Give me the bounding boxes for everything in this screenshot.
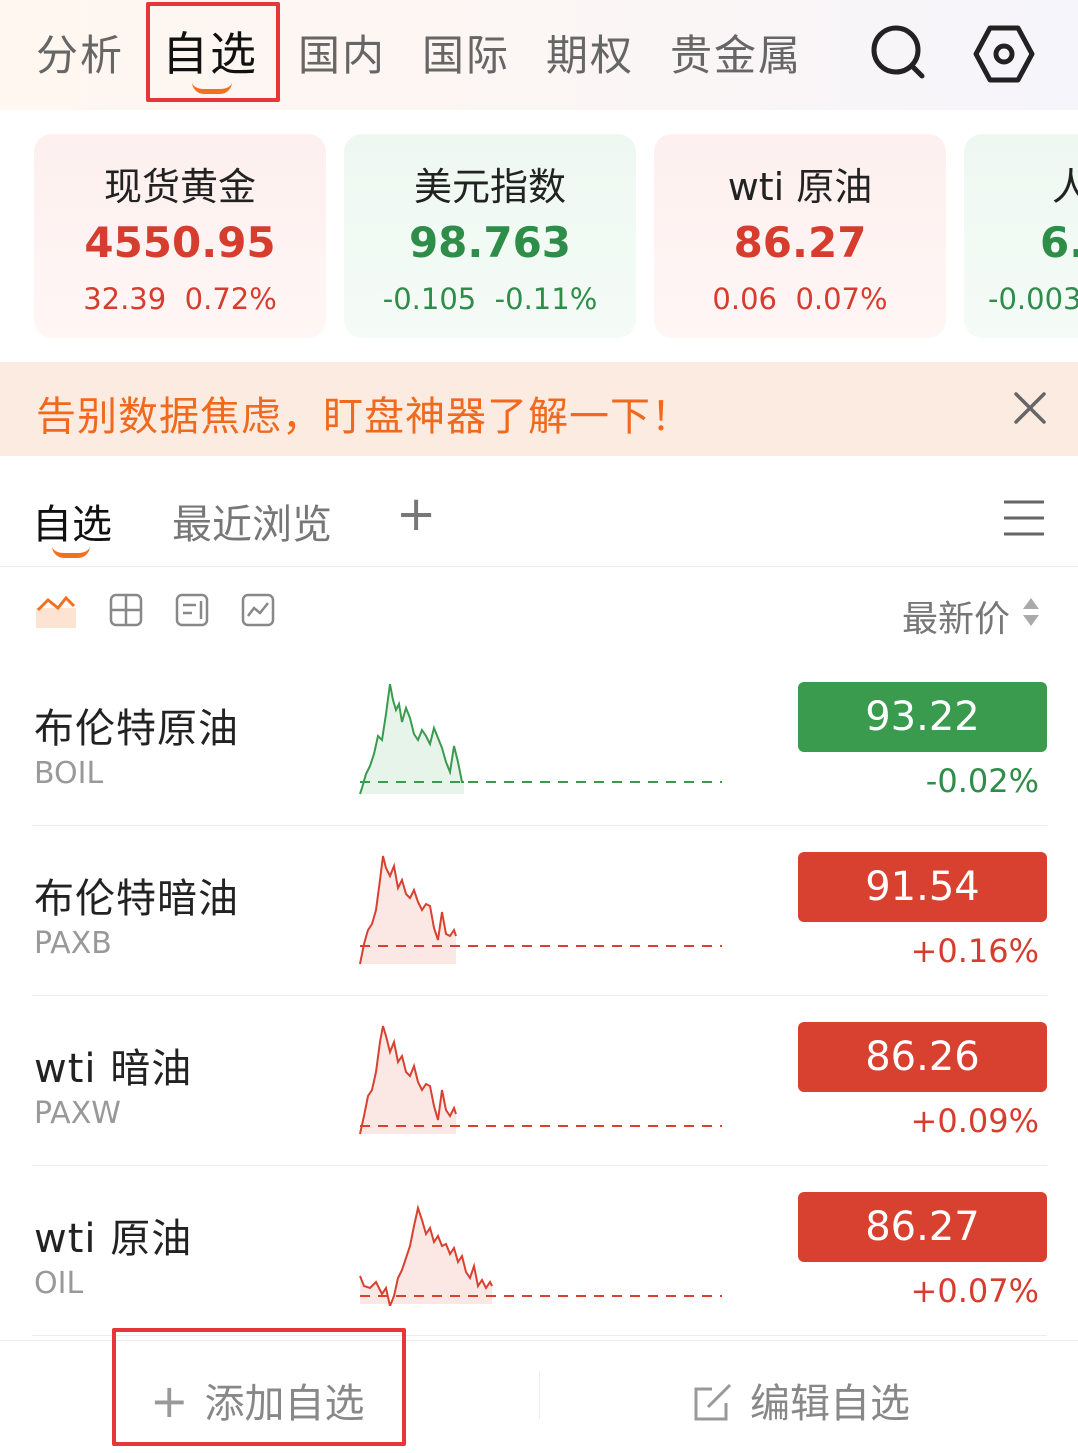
sparkline-view-icon[interactable] bbox=[36, 592, 76, 628]
sparkline bbox=[359, 855, 722, 965]
quote-card-name: 现货黄金 bbox=[103, 165, 256, 209]
quote-card-partial[interactable]: 人 6. -0.003 bbox=[964, 134, 1078, 338]
quote-card-change: -0.003 bbox=[988, 282, 1078, 316]
quote-card-price: 6. bbox=[1040, 218, 1078, 267]
edit-watchlist-label: 编辑自选 bbox=[750, 1381, 910, 1427]
instrument-name: wti 原油 bbox=[34, 1216, 193, 1262]
add-group-button[interactable]: + bbox=[396, 486, 436, 542]
highlight-box-watchlist-tab bbox=[146, 2, 280, 102]
quote-card-change: 0.06 0.07% bbox=[654, 282, 946, 316]
divider bbox=[539, 1371, 540, 1419]
top-nav: 分析 自选 国内 国际 期权 贵金属 bbox=[0, 0, 1078, 110]
quote-card-name: 人 bbox=[1052, 165, 1078, 209]
change-pct: +0.09% bbox=[910, 1102, 1039, 1140]
change-pct: 0.07% bbox=[795, 282, 888, 316]
subtab-recent[interactable]: 最近浏览 bbox=[172, 492, 332, 550]
sort-latest-price[interactable]: 最新价 bbox=[902, 590, 1010, 642]
grid-view-icon[interactable] bbox=[108, 592, 144, 628]
settings-icon[interactable] bbox=[972, 22, 1036, 86]
sort-toggle-icon[interactable] bbox=[1020, 594, 1042, 630]
change-value: -0.105 bbox=[382, 282, 477, 316]
quote-card-change: 32.39 0.72% bbox=[34, 282, 326, 316]
promo-banner-text: 告别数据焦虑，盯盘神器了解一下！ bbox=[36, 394, 692, 440]
instrument-name: 布伦特原油 bbox=[34, 706, 239, 752]
list-item[interactable]: 布伦特原油 BOIL 93.22 -0.02% bbox=[32, 656, 1047, 826]
tab-precious-metals[interactable]: 贵金属 bbox=[670, 22, 802, 83]
list-item[interactable]: wti 原油 OIL 86.27 +0.07% bbox=[32, 1166, 1047, 1336]
list-item[interactable]: wti 暗油 PAXW 86.26 +0.09% bbox=[32, 996, 1047, 1166]
sparkline bbox=[359, 1025, 722, 1135]
change-pct: +0.07% bbox=[910, 1272, 1039, 1310]
quote-card-dollar-index[interactable]: 美元指数 98.763 -0.105 -0.11% bbox=[344, 134, 636, 338]
close-icon[interactable] bbox=[1010, 388, 1050, 428]
quote-card-wti-crude[interactable]: wti 原油 86.27 0.06 0.07% bbox=[654, 134, 946, 338]
sparkline bbox=[359, 1204, 722, 1306]
quote-card-price: 86.27 bbox=[733, 218, 867, 267]
edit-icon bbox=[694, 1383, 732, 1421]
change-pct: -0.11% bbox=[494, 282, 598, 316]
menu-icon[interactable] bbox=[1002, 498, 1046, 538]
price-badge: 93.22 bbox=[798, 682, 1047, 752]
tab-international[interactable]: 国际 bbox=[422, 22, 510, 83]
price-badge: 91.54 bbox=[798, 852, 1047, 922]
tab-options[interactable]: 期权 bbox=[546, 22, 634, 83]
card-view-icon[interactable] bbox=[174, 592, 210, 628]
change-pct: -0.02% bbox=[925, 762, 1039, 800]
quote-card-name: 美元指数 bbox=[413, 165, 566, 209]
sparkline bbox=[359, 683, 722, 795]
instrument-code: BOIL bbox=[34, 756, 104, 791]
tab-analysis[interactable]: 分析 bbox=[36, 22, 124, 83]
quote-card-price: 98.763 bbox=[408, 218, 572, 267]
quote-card-name: wti 原油 bbox=[727, 165, 873, 209]
instrument-code: PAXW bbox=[34, 1096, 121, 1131]
quote-card-change: -0.105 -0.11% bbox=[344, 282, 636, 316]
change-value: 0.06 bbox=[712, 282, 777, 316]
instrument-name: 布伦特暗油 bbox=[34, 876, 239, 922]
list-item[interactable]: 布伦特暗油 PAXB 91.54 +0.16% bbox=[32, 826, 1047, 996]
edit-watchlist-button[interactable]: 编辑自选 bbox=[692, 1371, 910, 1429]
tab-domestic[interactable]: 国内 bbox=[298, 22, 386, 83]
highlight-box-add-watchlist bbox=[112, 1328, 406, 1446]
divider bbox=[0, 566, 1078, 567]
chart-view-icon[interactable] bbox=[240, 592, 276, 628]
change-pct: 0.72% bbox=[184, 282, 277, 316]
subtab-active-indicator bbox=[52, 546, 90, 558]
price-badge: 86.27 bbox=[798, 1192, 1047, 1262]
promo-banner[interactable]: 告别数据焦虑，盯盘神器了解一下！ bbox=[0, 362, 1078, 456]
quote-card-price: 4550.95 bbox=[84, 218, 276, 267]
instrument-name: wti 暗油 bbox=[34, 1046, 193, 1092]
price-badge: 86.26 bbox=[798, 1022, 1047, 1092]
quote-card-spot-gold[interactable]: 现货黄金 4550.95 32.39 0.72% bbox=[34, 134, 326, 338]
change-pct: +0.16% bbox=[910, 932, 1039, 970]
instrument-code: PAXB bbox=[34, 926, 112, 961]
subtab-watchlist[interactable]: 自选 bbox=[32, 492, 112, 550]
search-icon[interactable] bbox=[866, 22, 930, 86]
change-value: 32.39 bbox=[83, 282, 167, 316]
instrument-code: OIL bbox=[34, 1266, 84, 1301]
